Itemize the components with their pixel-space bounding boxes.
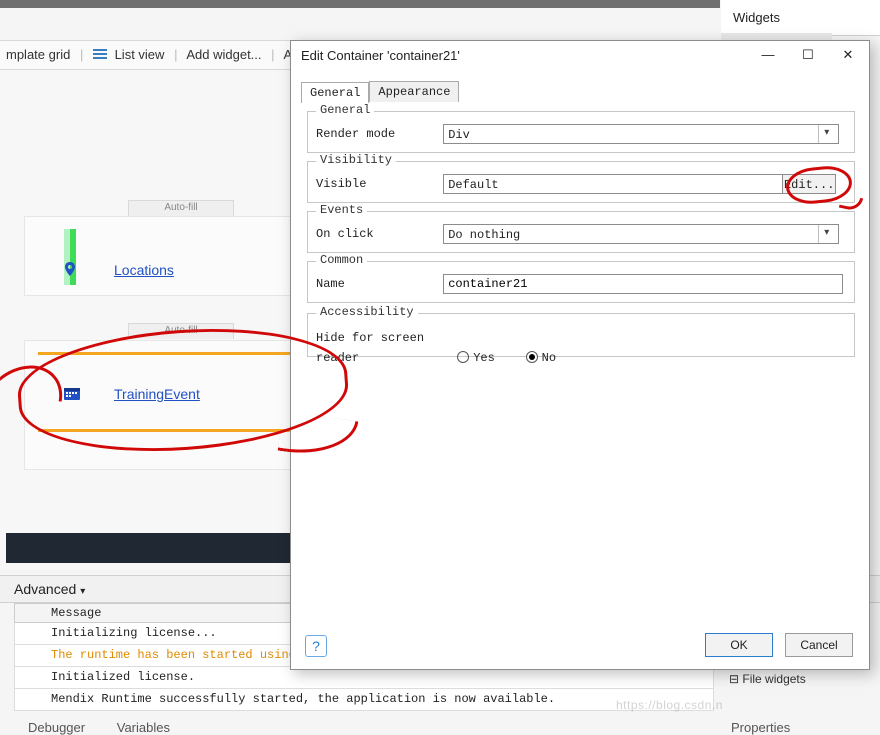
group-events: Events On click Do nothing▾	[307, 211, 855, 253]
tab-variables[interactable]: Variables	[117, 720, 170, 735]
toolbar-list-view[interactable]: List view	[115, 47, 165, 62]
group-visibility: Visibility Visible DefaultEdit...	[307, 161, 855, 203]
group-common: Common Name	[307, 261, 855, 303]
toolbar-sep: |	[271, 47, 274, 62]
name-label: Name	[316, 274, 436, 294]
chevron-down-icon: ▾	[818, 125, 834, 143]
edit-container-dialog: Edit Container 'container21' — ☐ ✕ Gener…	[290, 40, 870, 670]
hide-no-radio[interactable]	[526, 351, 538, 363]
dialog-tab-general[interactable]: General	[301, 82, 369, 103]
side-bottom-tabs: Properties Toolbox	[731, 720, 880, 735]
watermark-text: https://blog.csdn.n	[616, 698, 723, 712]
render-mode-value: Div	[448, 128, 470, 142]
hide-no-label: No	[542, 351, 556, 365]
group-legend: General	[316, 103, 374, 117]
hide-screenreader-label: Hide for screen reader	[316, 328, 448, 368]
prop-group-label: File widgets	[742, 672, 805, 686]
render-mode-select[interactable]: Div ▾	[443, 124, 839, 144]
group-legend: Visibility	[316, 153, 396, 167]
tab-widgets[interactable]: Widgets	[721, 0, 792, 33]
trainingevent-link[interactable]: TrainingEvent	[114, 386, 200, 402]
message-row[interactable]: Initialized license.	[14, 667, 714, 689]
onclick-select[interactable]: Do nothing ▾	[443, 224, 839, 244]
tab-properties[interactable]: Properties	[731, 720, 790, 735]
calendar-icon	[64, 386, 80, 400]
group-accessibility: Accessibility Hide for screen reader Yes…	[307, 313, 855, 357]
autofill-tab: Auto-fill	[128, 200, 234, 216]
dialog-tab-appearance[interactable]: Appearance	[369, 81, 459, 102]
hide-yes-label: Yes	[473, 351, 495, 365]
group-general: General Render mode Div▾	[307, 111, 855, 153]
onclick-label: On click	[316, 224, 436, 244]
message-row[interactable]: Mendix Runtime successfully started, the…	[14, 689, 714, 711]
chevron-down-icon: ▾	[80, 586, 85, 597]
locations-link[interactable]: Locations	[114, 262, 174, 278]
side-tabstrip: Widgets Building blocks	[721, 0, 880, 36]
onclick-value: Do nothing	[448, 228, 520, 242]
window-maximize-button[interactable]: ☐	[791, 45, 825, 67]
toolbar-sep: |	[80, 47, 83, 62]
toolbar-sep: |	[174, 47, 177, 62]
list-view-icon	[93, 49, 107, 61]
window-minimize-button[interactable]: —	[751, 45, 785, 67]
dialog-help-button[interactable]: ?	[305, 635, 327, 657]
autofill-tab: Auto-fill	[128, 323, 234, 339]
advanced-title: Advanced	[14, 581, 76, 597]
ok-button[interactable]: OK	[705, 633, 773, 657]
group-legend: Common	[316, 253, 367, 267]
group-legend: Accessibility	[316, 305, 418, 319]
app-top-rail	[0, 0, 720, 8]
chevron-down-icon: ▾	[818, 225, 834, 243]
window-close-button[interactable]: ✕	[831, 45, 865, 67]
visible-edit-button[interactable]: Edit...	[782, 174, 836, 194]
map-pin-icon	[64, 262, 78, 276]
visible-label: Visible	[316, 174, 436, 194]
group-legend: Events	[316, 203, 367, 217]
tab-debugger[interactable]: Debugger	[28, 720, 85, 735]
bottom-tabs: Debugger Variables	[28, 720, 198, 735]
prop-group[interactable]: ⊟ File widgets	[729, 672, 879, 686]
card-accent-inner	[70, 229, 76, 285]
name-input[interactable]	[443, 274, 843, 294]
hide-yes-radio[interactable]	[457, 351, 469, 363]
render-mode-label: Render mode	[316, 124, 436, 144]
visible-field[interactable]: Default	[443, 174, 783, 194]
toolbar-add-widget[interactable]: Add widget...	[186, 47, 261, 62]
toolbar-template-grid[interactable]: mplate grid	[6, 47, 70, 62]
cancel-button[interactable]: Cancel	[785, 633, 853, 657]
side-properties-tree: ⊟ File widgets	[729, 672, 879, 686]
